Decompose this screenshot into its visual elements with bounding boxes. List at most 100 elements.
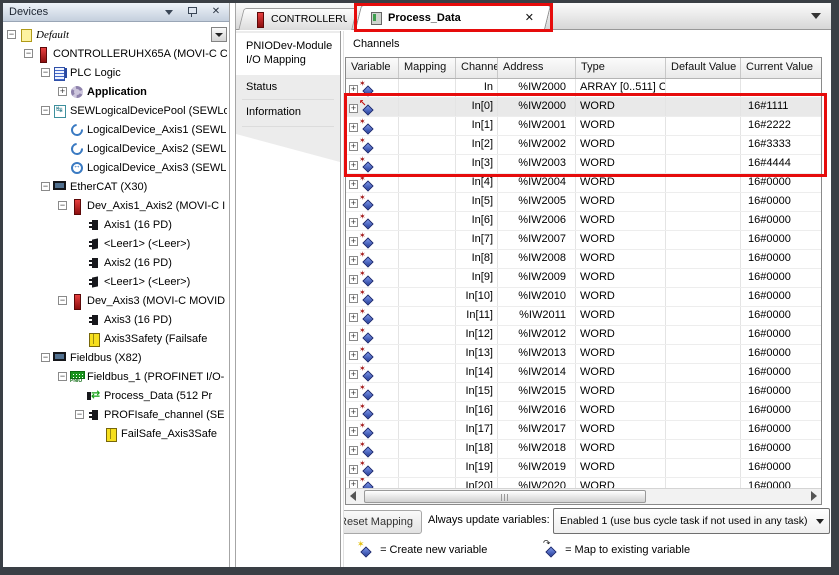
always-update-variables-select[interactable]: Enabled 1 (use bus cycle task if not use… <box>553 508 830 534</box>
tab-process-data[interactable]: Process_Data ✕ <box>358 5 548 30</box>
tree-item[interactable]: <Leer1> (<Leer>) <box>3 234 229 253</box>
table-row[interactable]: + In[1] %IW2001 WORD 16#2222 <box>346 117 821 136</box>
tree-expander[interactable]: − <box>58 296 67 305</box>
row-expander[interactable]: + <box>349 480 358 488</box>
column-header-variable[interactable]: Variable <box>346 58 399 78</box>
row-expander[interactable]: + <box>349 161 358 170</box>
tree-expander[interactable]: − <box>41 68 50 77</box>
tab-information[interactable]: Information <box>236 102 340 122</box>
tree-item[interactable]: − Dev_Axis3 (MOVI-C MOVID <box>3 291 229 310</box>
tree-item[interactable]: LogicalDevice_Axis3 (SEWL <box>3 158 229 177</box>
table-row[interactable]: + In[6] %IW2006 WORD 16#0000 <box>346 212 821 231</box>
tree-item[interactable]: − Dev_Axis1_Axis2 (MOVI-C I <box>3 196 229 215</box>
tree-expander[interactable]: − <box>58 372 67 381</box>
tree-expander[interactable]: + <box>58 87 67 96</box>
horizontal-scrollbar[interactable] <box>346 488 821 504</box>
tab-pniodev-module-io-mapping[interactable]: PNIODev-Module I/O Mapping <box>236 33 340 75</box>
row-expander[interactable]: + <box>349 370 358 379</box>
tree-expander[interactable]: − <box>24 49 33 58</box>
chevron-down-icon[interactable] <box>163 6 177 18</box>
column-header-current-value[interactable]: Current Value <box>741 58 821 78</box>
close-icon[interactable]: ✕ <box>209 6 223 18</box>
row-expander[interactable]: + <box>349 427 358 436</box>
tree-expander[interactable]: − <box>41 106 50 115</box>
tree-item[interactable]: Axis1 (16 PD) <box>3 215 229 234</box>
table-row[interactable]: + In[18] %IW2018 WORD 16#0000 <box>346 440 821 459</box>
tree-item[interactable]: Axis3Safety (Failsafe <box>3 329 229 348</box>
row-expander[interactable]: + <box>349 389 358 398</box>
row-expander[interactable]: + <box>349 123 358 132</box>
table-row[interactable]: + In[15] %IW2015 WORD 16#0000 <box>346 383 821 402</box>
tree-item[interactable]: FailSafe_Axis3Safe <box>3 424 229 443</box>
panel-splitter[interactable] <box>229 3 236 567</box>
table-row[interactable]: + In[12] %IW2012 WORD 16#0000 <box>346 326 821 345</box>
tree-item[interactable]: Process_Data (512 Pr <box>3 386 229 405</box>
column-header-mapping[interactable]: Mapping <box>399 58 456 78</box>
table-row[interactable]: + In[14] %IW2014 WORD 16#0000 <box>346 364 821 383</box>
scrollbar-thumb[interactable] <box>364 490 646 503</box>
row-expander[interactable]: + <box>349 313 358 322</box>
tree-expander[interactable]: − <box>75 410 84 419</box>
tree-expander[interactable]: − <box>58 201 67 210</box>
tree-item[interactable]: − Fieldbus (X82) <box>3 348 229 367</box>
table-row[interactable]: + In[5] %IW2005 WORD 16#0000 <box>346 193 821 212</box>
column-header-address[interactable]: Address <box>498 58 576 78</box>
row-expander[interactable]: + <box>349 142 358 151</box>
row-expander[interactable]: + <box>349 275 358 284</box>
tree-item[interactable]: <Leer1> (<Leer>) <box>3 272 229 291</box>
row-expander[interactable]: + <box>349 294 358 303</box>
row-expander[interactable]: + <box>349 465 358 474</box>
table-row[interactable]: + In[19] %IW2019 WORD 16#0000 <box>346 459 821 478</box>
row-expander[interactable]: + <box>349 256 358 265</box>
tree-item[interactable]: Axis2 (16 PD) <box>3 253 229 272</box>
tree-item[interactable]: − Default <box>3 25 229 44</box>
tree-item[interactable]: − CONTROLLERUHX65A (MOVI-C CON <box>3 44 229 63</box>
table-row[interactable]: + In[2] %IW2002 WORD 16#3333 <box>346 136 821 155</box>
table-row[interactable]: + In[17] %IW2017 WORD 16#0000 <box>346 421 821 440</box>
tree-item[interactable]: + Application <box>3 82 229 101</box>
row-expander[interactable]: + <box>349 446 358 455</box>
tab-controlleruhx65a[interactable]: CONTROLLERUHX65A <box>241 8 355 30</box>
table-row[interactable]: + In[11] %IW2011 WORD 16#0000 <box>346 307 821 326</box>
scroll-left-arrow-icon[interactable] <box>350 491 356 501</box>
row-expander[interactable]: + <box>349 218 358 227</box>
tree-combo-button[interactable] <box>211 27 227 42</box>
tree-item[interactable]: − EtherCAT (X30) <box>3 177 229 196</box>
row-expander[interactable]: + <box>349 351 358 360</box>
row-expander[interactable]: + <box>349 408 358 417</box>
tree-item[interactable]: − SEWLogicalDevicePool (SEWLog <box>3 101 229 120</box>
tree-item[interactable]: LogicalDevice_Axis2 (SEWL <box>3 139 229 158</box>
tree-item[interactable]: Axis3 (16 PD) <box>3 310 229 329</box>
tab-status[interactable]: Status <box>236 77 340 97</box>
tree-item[interactable]: − PROFIsafe_channel (SE <box>3 405 229 424</box>
tree-item[interactable]: LogicalDevice_Axis1 (SEWL <box>3 120 229 139</box>
table-row[interactable]: + In[10] %IW2010 WORD 16#0000 <box>346 288 821 307</box>
table-row[interactable]: + In[8] %IW2008 WORD 16#0000 <box>346 250 821 269</box>
column-header-type[interactable]: Type <box>576 58 666 78</box>
row-expander[interactable]: + <box>349 332 358 341</box>
pin-icon[interactable] <box>186 6 200 18</box>
row-expander[interactable]: + <box>349 237 358 246</box>
row-expander[interactable]: + <box>349 180 358 189</box>
reset-mapping-button[interactable]: Reset Mapping <box>344 510 422 534</box>
table-row[interactable]: + In[7] %IW2007 WORD 16#0000 <box>346 231 821 250</box>
table-row[interactable]: + In[0] %IW2000 WORD 16#1111 <box>346 98 821 117</box>
tree-expander[interactable]: − <box>41 353 50 362</box>
table-row[interactable]: + In[4] %IW2004 WORD 16#0000 <box>346 174 821 193</box>
table-row[interactable]: + In[13] %IW2013 WORD 16#0000 <box>346 345 821 364</box>
tree-expander[interactable]: − <box>7 30 16 39</box>
column-header-channel[interactable]: Channel <box>456 58 498 78</box>
column-header-default-value[interactable]: Default Value <box>666 58 741 78</box>
row-expander[interactable]: + <box>349 104 358 113</box>
table-row[interactable]: + In[16] %IW2016 WORD 16#0000 <box>346 402 821 421</box>
tree-expander[interactable]: − <box>41 182 50 191</box>
row-expander[interactable]: + <box>349 85 358 94</box>
table-row[interactable]: + In[3] %IW2003 WORD 16#4444 <box>346 155 821 174</box>
table-row[interactable]: + In %IW2000 ARRAY [0..511] OF WORD <box>346 79 821 98</box>
tab-overflow-chevron-icon[interactable] <box>811 13 821 19</box>
scroll-right-arrow-icon[interactable] <box>811 491 817 501</box>
tree-item[interactable]: − PLC Logic <box>3 63 229 82</box>
tab-close-icon[interactable]: ✕ <box>525 11 540 24</box>
tree-item[interactable]: − Fieldbus_1 (PROFINET I/O- <box>3 367 229 386</box>
table-row[interactable]: + In[9] %IW2009 WORD 16#0000 <box>346 269 821 288</box>
